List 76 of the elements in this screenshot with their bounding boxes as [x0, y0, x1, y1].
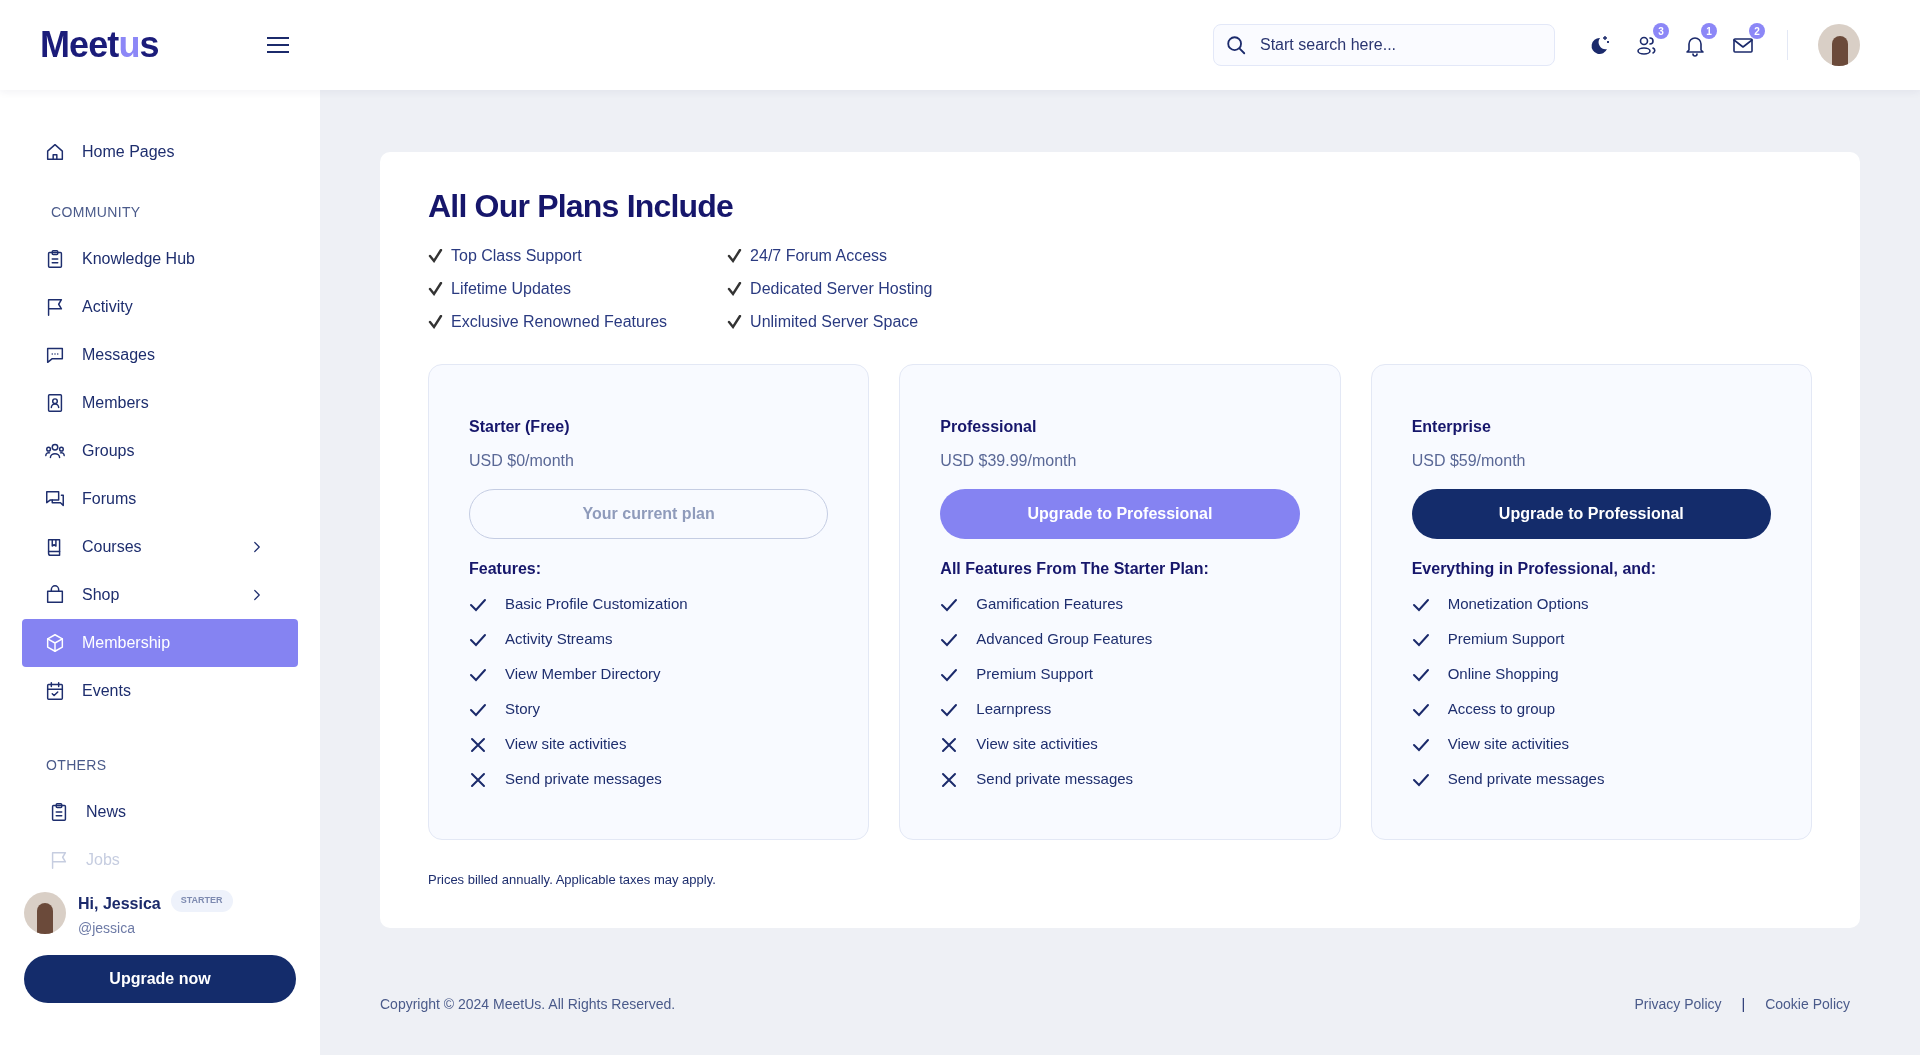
plan-name: Professional [940, 417, 1038, 437]
plan-price: USD $39.99/month [940, 451, 1078, 471]
section-heading: OTHERS [46, 756, 108, 775]
check-icon [428, 315, 443, 329]
footer-link[interactable]: Privacy Policy [1634, 993, 1722, 1015]
search-field[interactable]: Start search here... [1213, 24, 1555, 66]
separator: | [1741, 994, 1746, 1014]
plan-price: USD $59/month [1411, 451, 1527, 471]
cube-icon [44, 632, 66, 654]
check-icon [727, 249, 743, 263]
included-feature: Exclusive Renowned Features [451, 312, 668, 332]
feature-text: Monetization Options [1447, 594, 1589, 615]
feature-text: Advanced Group Features [976, 629, 1153, 650]
features-heading: All Features From The Starter Plan: [940, 559, 1210, 579]
check-icon [428, 249, 443, 263]
check-icon [428, 282, 443, 296]
calendar-icon [44, 680, 66, 702]
included-feature: Lifetime Updates [451, 279, 572, 299]
user-avatar [24, 892, 66, 934]
feature-text: Gamification Features [976, 594, 1124, 615]
page-title: All Our Plans Include [428, 187, 735, 226]
feature-text: View site activities [976, 734, 1098, 755]
plan-name: Starter (Free) [469, 417, 571, 437]
user-handle: @jessica [78, 919, 136, 938]
sidebar-item[interactable]: Forums [22, 475, 298, 523]
section-heading: COMMUNITY [51, 203, 142, 222]
footer-link[interactable]: Cookie Policy [1765, 993, 1850, 1015]
included-feature: Dedicated Server Hosting [750, 279, 933, 299]
billing-note: Prices billed annually. Applicable taxes may apply. [428, 871, 717, 889]
features-heading: Features: [469, 559, 543, 579]
check-icon [727, 282, 743, 296]
plan-price: USD $0/month [469, 451, 575, 471]
feature-text: Access to group [1447, 699, 1556, 720]
feature-text: Story [505, 699, 540, 720]
included-feature: Unlimited Server Space [750, 312, 919, 332]
sidebar-item[interactable]: Messages [22, 331, 298, 379]
count-badge: 2 [1749, 23, 1765, 39]
plan-name: Enterprise [1411, 417, 1492, 437]
sidebar-item[interactable]: Members [22, 379, 298, 427]
sidebar-item[interactable]: Knowledge Hub [22, 235, 298, 283]
feature-text: View site activities [1447, 734, 1570, 755]
menu-icon[interactable] [266, 37, 289, 53]
sidebar-item[interactable]: Shop [22, 571, 298, 619]
logo[interactable]: Meetus [40, 27, 159, 63]
copyright-text: Copyright © 2024 MeetUs. All Rights Reserved. [380, 994, 676, 1014]
feature-text: View Member Directory [505, 664, 661, 685]
search-icon [1225, 34, 1247, 56]
feature-text: Premium Support [976, 664, 1094, 685]
plan-badge: STARTER [170, 890, 233, 912]
upgrade-button[interactable]: Upgrade now [24, 955, 296, 1003]
feature-text: Activity Streams [505, 629, 613, 650]
shopping-bag-icon [44, 584, 66, 606]
count-badge: 3 [1653, 23, 1669, 39]
feature-text: View site activities [505, 734, 627, 755]
sidebar-item[interactable]: Home Pages [22, 128, 298, 176]
features-heading: Everything in Professional, and: [1411, 559, 1658, 579]
feature-text: Basic Profile Customization [505, 594, 688, 615]
user-name: Hi, Jessica [78, 894, 161, 914]
sidebar-item[interactable]: Activity [22, 283, 298, 331]
count-badge: 1 [1701, 23, 1717, 39]
feature-text: Premium Support [1447, 629, 1565, 650]
sidebar-item[interactable]: News [22, 788, 298, 836]
feature-text: Online Shopping [1447, 664, 1559, 685]
included-feature: 24/7 Forum Access [750, 246, 888, 266]
feature-text: Learnpress [976, 699, 1052, 720]
feature-text: Send private messages [976, 769, 1134, 790]
sidebar-item[interactable]: Events [22, 667, 298, 715]
check-icon [727, 315, 743, 329]
upgrade-button[interactable]: Upgrade to Professional [1411, 489, 1771, 539]
feature-text: Send private messages [1447, 769, 1605, 790]
feature-text: Send private messages [505, 769, 662, 790]
sidebar-item[interactable]: Groups [22, 427, 298, 475]
sidebar-item[interactable]: Courses [22, 523, 298, 571]
home-icon [44, 141, 66, 163]
included-feature: Top Class Support [451, 246, 582, 266]
avatar[interactable] [1818, 24, 1860, 66]
